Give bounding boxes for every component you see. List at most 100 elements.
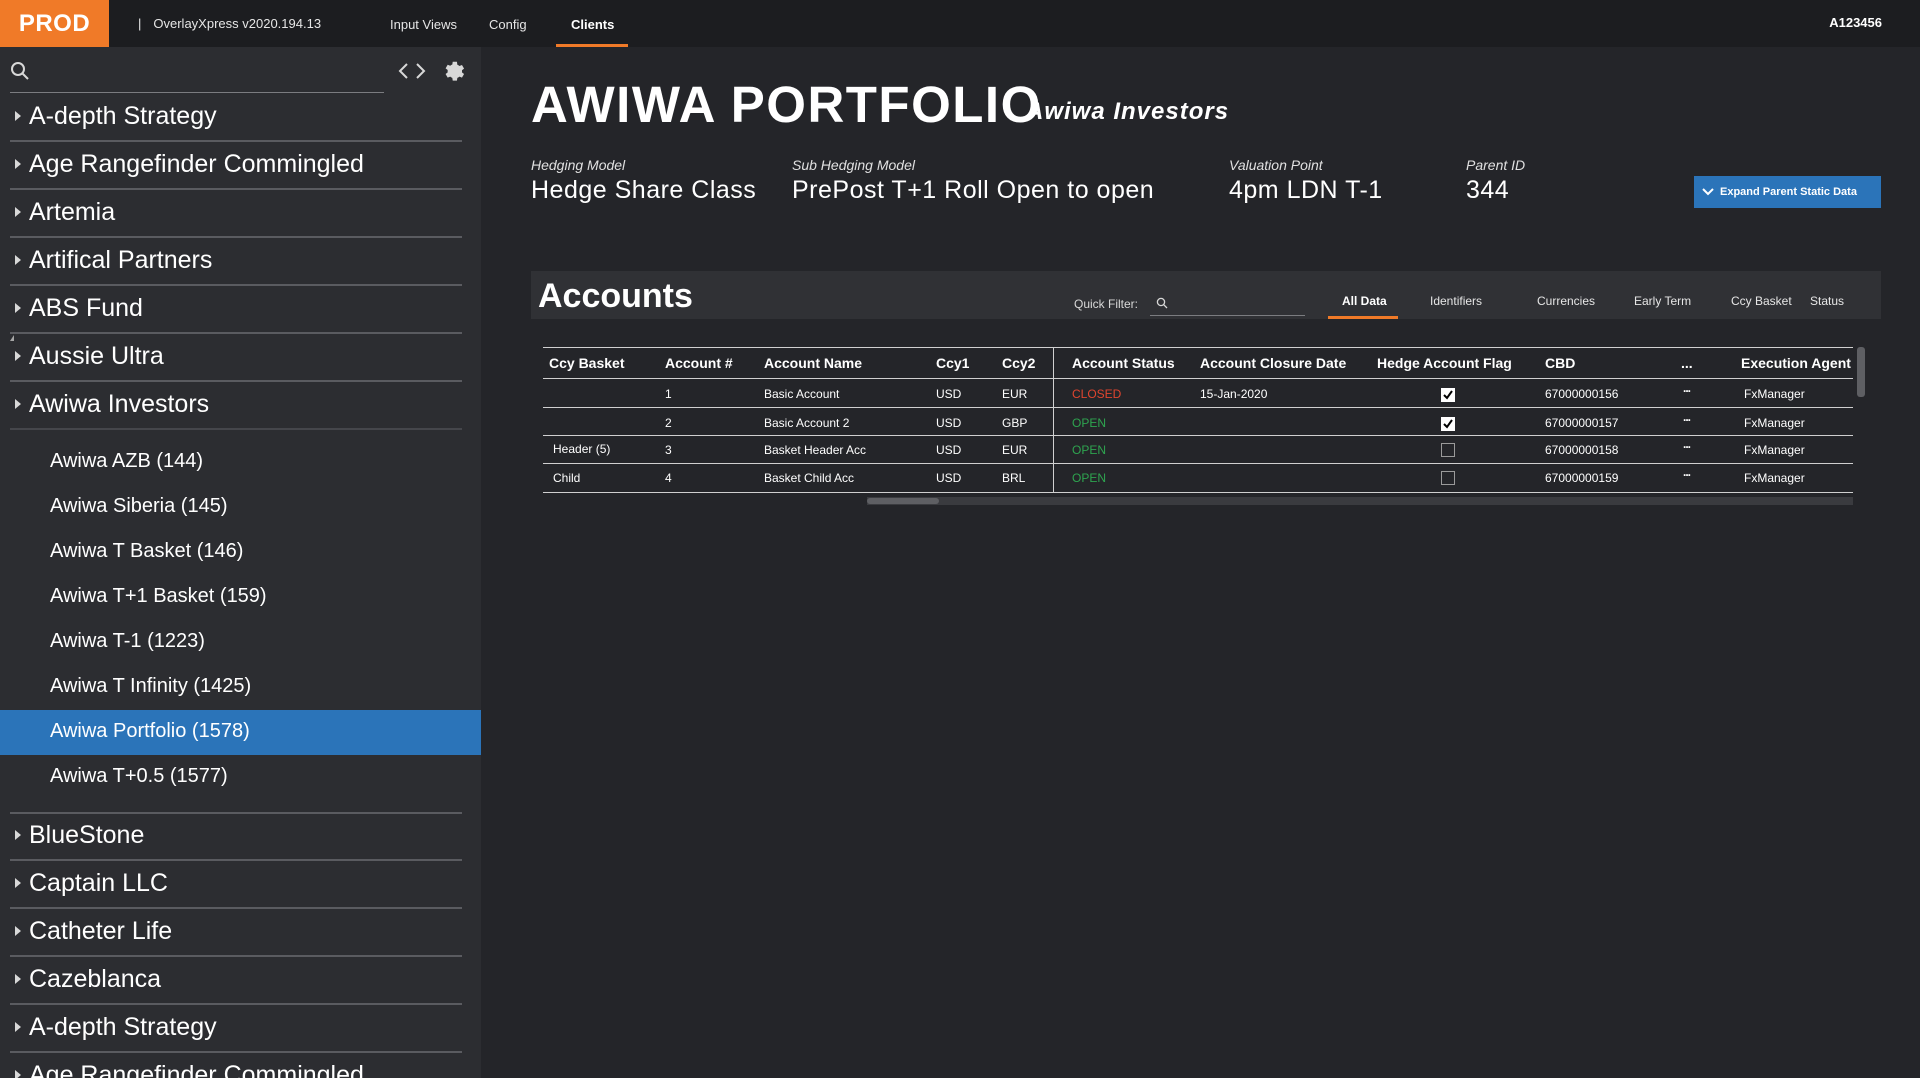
- cell-account-no: 2: [665, 416, 672, 430]
- client-item-artemia[interactable]: Artemia: [10, 191, 462, 238]
- column-header-ccy2[interactable]: Ccy2: [1002, 355, 1035, 371]
- portfolio-label: Awiwa T+1 Basket (159): [50, 585, 267, 607]
- row-more-button[interactable]: ...: [1683, 410, 1691, 424]
- nav-config[interactable]: Config: [489, 17, 527, 32]
- column-header-hedge-flag[interactable]: Hedge Account Flag: [1377, 355, 1512, 371]
- column-header-account-no[interactable]: Account #: [665, 355, 733, 371]
- hedge-flag-checkbox[interactable]: [1441, 471, 1455, 485]
- meta-valuation-point: Valuation Point 4pm LDN T-1: [1229, 157, 1383, 205]
- column-header-account-name[interactable]: Account Name: [764, 355, 862, 371]
- client-label: Artifical Partners: [29, 246, 213, 274]
- tab-early-term[interactable]: Early Term: [1634, 294, 1691, 308]
- client-item-captain-llc[interactable]: Captain LLC: [10, 862, 462, 909]
- column-header-execution-agent[interactable]: Execution Agent: [1741, 355, 1851, 371]
- expand-caret-icon: [15, 878, 21, 888]
- user-id[interactable]: A123456: [1829, 15, 1882, 30]
- cell-account-no: 1: [665, 387, 672, 401]
- expand-caret-icon: [15, 974, 21, 984]
- quick-filter-input[interactable]: [1172, 292, 1306, 314]
- portfolio-label: Awiwa Siberia (145): [50, 495, 228, 517]
- column-header-account-status[interactable]: Account Status: [1072, 355, 1175, 371]
- client-item-age-rangefinder[interactable]: Age Rangefinder Commingled: [10, 143, 462, 190]
- cell-ccy1: USD: [936, 443, 962, 457]
- client-label: Age Rangefinder Commingled: [29, 150, 364, 178]
- cell-account-no: 3: [665, 443, 672, 457]
- meta-value: Hedge Share Class: [531, 176, 757, 204]
- sidebar-search[interactable]: [0, 47, 481, 95]
- expand-parent-static-data-button[interactable]: Expand Parent Static Data: [1694, 176, 1881, 208]
- portfolio-item-awiwa-t1-basket[interactable]: Awiwa T+1 Basket (159): [0, 575, 481, 620]
- pinned-column-divider: [1053, 347, 1054, 492]
- cell-closure-date: 15-Jan-2020: [1200, 387, 1268, 401]
- client-item-awiwa-investors[interactable]: Awiwa Investors: [10, 383, 462, 430]
- client-label: Awiwa Investors: [29, 390, 210, 418]
- portfolio-item-awiwa-siberia[interactable]: Awiwa Siberia (145): [0, 485, 481, 530]
- client-item-a-depth-strategy-2[interactable]: A-depth Strategy: [10, 1006, 462, 1053]
- expand-caret-icon: [15, 1070, 21, 1078]
- portfolio-item-awiwa-t-minus-1[interactable]: Awiwa T-1 (1223): [0, 620, 481, 665]
- meta-sub-hedging-model: Sub Hedging Model PrePost T+1 Roll Open …: [792, 157, 1154, 205]
- cell-ccy-basket: Header (5): [553, 442, 611, 456]
- client-item-aussie-ultra[interactable]: Aussie Ultra: [10, 335, 462, 382]
- client-item-abs-fund[interactable]: ABS Fund: [10, 287, 462, 334]
- code-toggle-icon[interactable]: [398, 60, 426, 82]
- tab-currencies[interactable]: Currencies: [1537, 294, 1595, 308]
- client-item-catheter-life[interactable]: Catheter Life: [10, 910, 462, 957]
- nav-input-views[interactable]: Input Views: [390, 17, 457, 32]
- client-item-artifical-partners[interactable]: Artifical Partners: [10, 239, 462, 286]
- tab-identifiers[interactable]: Identifiers: [1430, 294, 1482, 308]
- portfolio-item-awiwa-t-infinity[interactable]: Awiwa T Infinity (1425): [0, 665, 481, 710]
- gear-icon[interactable]: [442, 59, 466, 83]
- client-label: Captain LLC: [29, 869, 168, 897]
- tab-ccy-basket[interactable]: Ccy Basket: [1731, 294, 1792, 308]
- portfolio-label: Awiwa T-1 (1223): [50, 630, 205, 652]
- portfolio-item-awiwa-portfolio[interactable]: Awiwa Portfolio (1578): [0, 710, 481, 755]
- portfolio-item-awiwa-azb[interactable]: Awiwa AZB (144): [0, 440, 481, 485]
- row-border: [543, 435, 1853, 436]
- client-item-a-depth-strategy[interactable]: A-depth Strategy: [10, 95, 462, 142]
- nav-clients[interactable]: Clients: [571, 17, 614, 32]
- cell-ccy1: USD: [936, 416, 962, 430]
- meta-label: Valuation Point: [1229, 157, 1323, 173]
- cell-status-open: OPEN: [1072, 416, 1107, 430]
- column-header-closure-date[interactable]: Account Closure Date: [1200, 355, 1346, 371]
- hedge-flag-checkbox[interactable]: [1441, 443, 1455, 457]
- expand-caret-icon: [15, 303, 21, 313]
- client-item-bluestone[interactable]: BlueStone: [10, 814, 462, 861]
- row-more-button[interactable]: ...: [1683, 465, 1691, 479]
- hedge-flag-checkbox[interactable]: [1441, 417, 1455, 431]
- portfolio-label: Awiwa AZB (144): [50, 450, 204, 472]
- row-border: [543, 492, 1853, 493]
- cell-ccy2: EUR: [1002, 387, 1028, 401]
- client-item-age-rangefinder-2[interactable]: Age Rangefinder Commingled: [10, 1054, 462, 1078]
- client-item-cazeblanca[interactable]: Cazeblanca: [10, 958, 462, 1005]
- separator: |: [138, 16, 142, 31]
- tab-all-data[interactable]: All Data: [1342, 294, 1387, 308]
- column-header-cbd[interactable]: CBD: [1545, 355, 1575, 371]
- cell-cbd: 67000000158: [1545, 443, 1619, 457]
- client-label: A-depth Strategy: [29, 1013, 217, 1041]
- vertical-scrollbar-thumb[interactable]: [1857, 347, 1865, 397]
- column-header-ccy-basket[interactable]: Ccy Basket: [549, 355, 625, 371]
- tab-status[interactable]: Status: [1810, 294, 1844, 308]
- hedge-flag-checkbox[interactable]: [1441, 388, 1455, 402]
- cell-ccy2: EUR: [1002, 443, 1028, 457]
- row-more-button[interactable]: ...: [1683, 437, 1691, 451]
- client-label: Aussie Ultra: [29, 342, 164, 370]
- expand-caret-icon: [15, 207, 21, 217]
- portfolio-item-awiwa-t-0-5[interactable]: Awiwa T+0.5 (1577): [0, 755, 481, 800]
- portfolio-item-awiwa-t-basket[interactable]: Awiwa T Basket (146): [0, 530, 481, 575]
- portfolio-label: Awiwa T Infinity (1425): [50, 675, 252, 697]
- cell-ccy1: USD: [936, 471, 962, 485]
- horizontal-scrollbar-thumb[interactable]: [867, 498, 939, 504]
- column-header-more[interactable]: ...: [1681, 355, 1693, 371]
- cell-cbd: 67000000157: [1545, 416, 1619, 430]
- expand-caret-icon: [15, 255, 21, 265]
- column-header-ccy1[interactable]: Ccy1: [936, 355, 969, 371]
- row-more-button[interactable]: ...: [1683, 381, 1691, 395]
- cell-execution-agent: FxManager: [1744, 471, 1805, 485]
- cell-execution-agent: FxManager: [1744, 416, 1805, 430]
- cell-account-name: Basket Child Acc: [764, 471, 855, 485]
- horizontal-scrollbar[interactable]: [867, 497, 1853, 505]
- sidebar-search-input[interactable]: [38, 55, 382, 87]
